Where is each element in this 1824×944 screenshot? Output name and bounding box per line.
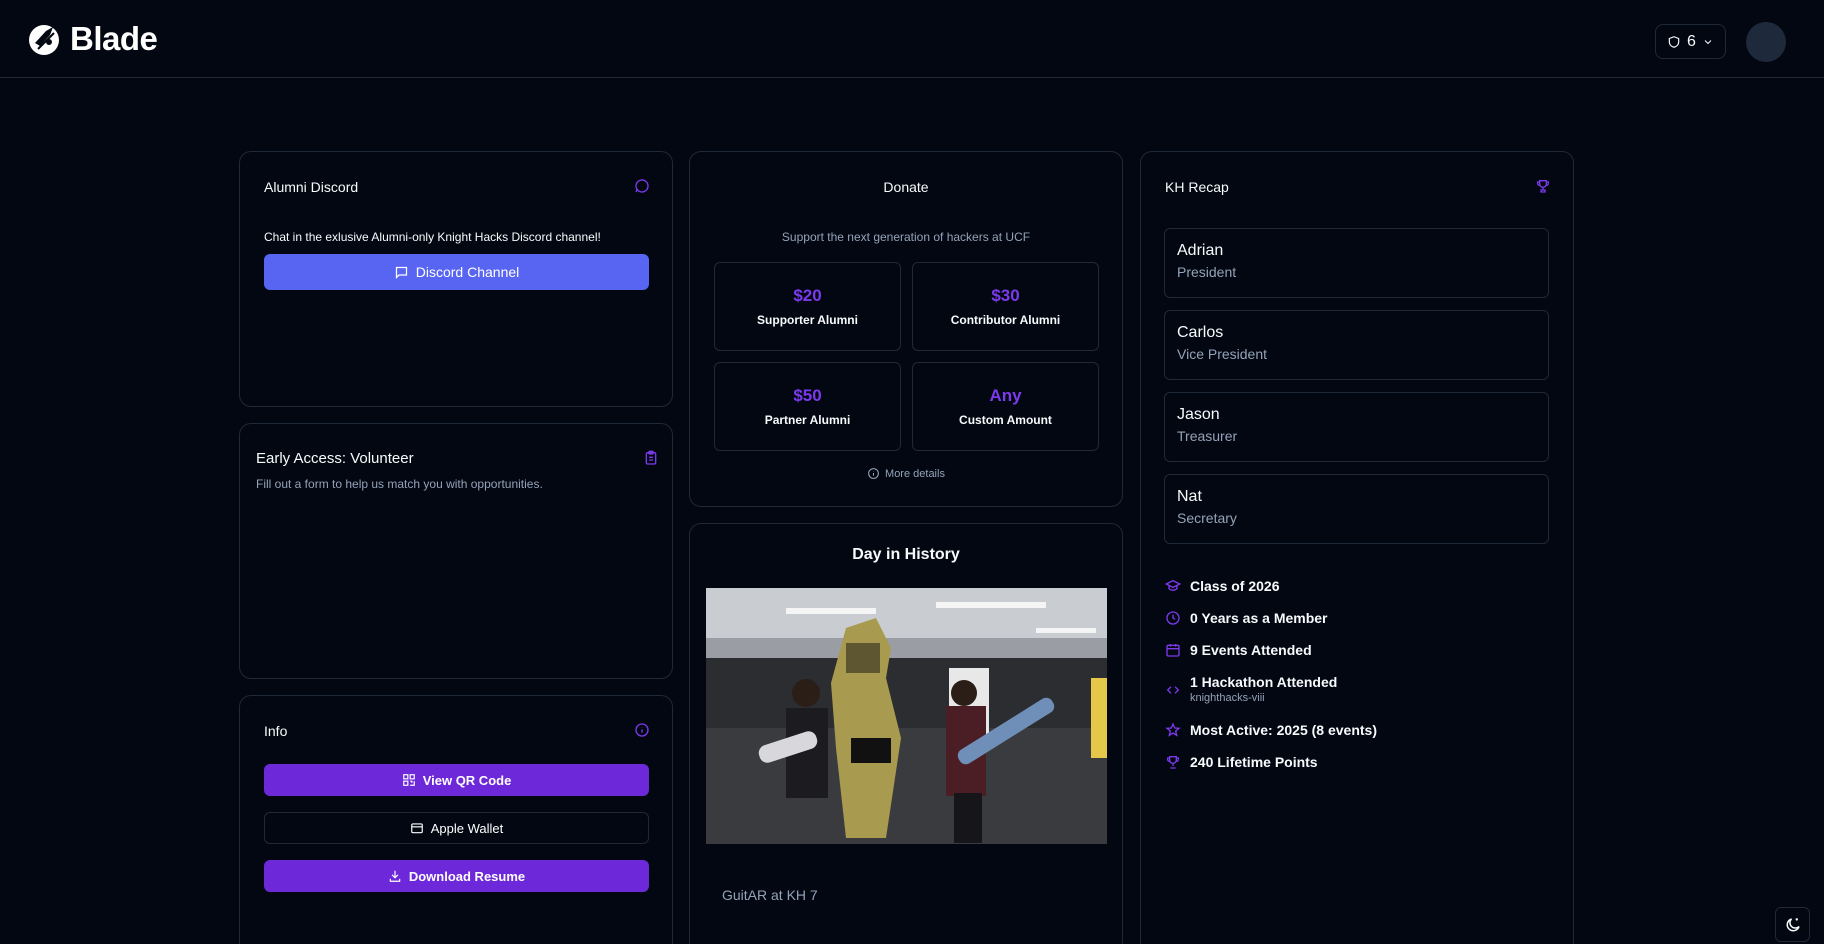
shield-icon — [1668, 35, 1680, 48]
clipboard-icon — [645, 450, 657, 465]
donate-card-title: Donate — [883, 179, 929, 195]
top-header: Blade 6 — [0, 0, 1824, 78]
officer-card: Adrian President — [1164, 228, 1549, 298]
donate-amount: $30 — [991, 286, 1020, 305]
info-card: Info View QR Code Apple Wallet Download … — [239, 695, 673, 944]
officer-card: Nat Secretary — [1164, 474, 1549, 544]
avatar[interactable] — [1746, 22, 1786, 62]
history-caption: GuitAR at KH 7 — [722, 887, 818, 903]
discord-card: Alumni Discord Chat in the exlusive Alum… — [239, 151, 673, 407]
donate-option-30[interactable]: $30 Contributor Alumni — [912, 262, 1099, 351]
donate-amount: $50 — [793, 386, 822, 405]
more-details-link[interactable]: More details — [690, 467, 1122, 480]
clock-icon — [1166, 611, 1180, 625]
download-resume-label: Download Resume — [408, 868, 526, 884]
stat-class-text: Class of 2026 — [1190, 578, 1280, 594]
apple-wallet-label: Apple Wallet — [430, 820, 504, 836]
view-qr-code-button[interactable]: View QR Code — [264, 764, 649, 796]
donate-subtitle: Support the next generation of hackers a… — [781, 230, 1031, 244]
volunteer-card: Early Access: Volunteer Fill out a form … — [239, 423, 673, 679]
donate-label: Partner Alumni — [764, 413, 851, 427]
stat-hackathons: 1 Hackathon Attended knighthacks-viii — [1165, 674, 1337, 704]
officer-name: Nat — [1177, 488, 1202, 505]
calendar-icon — [1166, 644, 1180, 657]
stat-events-text: 9 Events Attended — [1190, 642, 1312, 658]
officer-card: Jason Treasurer — [1164, 392, 1549, 462]
message-circle-icon — [635, 179, 649, 193]
discord-channel-button[interactable]: Discord Channel — [264, 254, 649, 290]
stat-most-active: Most Active: 2025 (8 events) — [1165, 722, 1377, 738]
history-card: Day in History GuitAR at KH 7 — [689, 523, 1123, 944]
officer-name: Carlos — [1177, 324, 1224, 341]
donate-label: Custom Amount — [959, 413, 1052, 427]
qr-code-icon — [402, 774, 415, 786]
officer-role: President — [1177, 264, 1237, 280]
info-icon — [868, 468, 879, 479]
role-count: 6 — [1687, 32, 1696, 50]
role-select[interactable]: 6 — [1655, 24, 1726, 59]
view-qr-code-label: View QR Code — [422, 772, 512, 788]
officer-role: Vice President — [1177, 346, 1268, 362]
message-square-icon — [395, 266, 407, 279]
stat-years: 0 Years as a Member — [1165, 610, 1328, 626]
stat-events: 9 Events Attended — [1165, 642, 1312, 658]
trophy-icon — [1167, 756, 1179, 769]
volunteer-description: Fill out a form to help us match you wit… — [256, 477, 543, 491]
donate-option-50[interactable]: $50 Partner Alumni — [714, 362, 901, 451]
officer-role: Treasurer — [1177, 428, 1238, 444]
theme-toggle-button[interactable] — [1775, 907, 1810, 942]
chevron-down-icon — [1704, 39, 1712, 44]
officer-role: Secretary — [1177, 510, 1237, 526]
history-photo — [706, 588, 1107, 844]
donate-card: Donate Support the next generation of ha… — [689, 151, 1123, 507]
stat-hackathon-name: knighthacks-viii — [1190, 692, 1265, 704]
officer-card: Carlos Vice President — [1164, 310, 1549, 380]
info-card-title: Info — [264, 723, 288, 739]
donate-amount: Any — [989, 386, 1022, 405]
brand[interactable]: Blade — [26, 20, 158, 58]
donate-label: Contributor Alumni — [950, 313, 1061, 327]
volunteer-card-title: Early Access: Volunteer — [256, 450, 414, 467]
trophy-icon — [1537, 180, 1549, 193]
knight-logo-icon — [29, 25, 59, 55]
discord-channel-label: Discord Channel — [415, 264, 520, 280]
info-icon — [635, 723, 649, 737]
brand-name: Blade — [70, 20, 158, 57]
download-icon — [389, 870, 401, 882]
donate-amount: $20 — [793, 286, 822, 305]
stat-hackathons-text: 1 Hackathon Attended — [1190, 674, 1338, 690]
apple-wallet-button[interactable]: Apple Wallet — [264, 812, 649, 844]
graduation-cap-icon — [1165, 579, 1181, 591]
stat-years-text: 0 Years as a Member — [1190, 610, 1328, 626]
donate-option-custom[interactable]: Any Custom Amount — [912, 362, 1099, 451]
stat-points-text: 240 Lifetime Points — [1190, 754, 1318, 770]
moon-icon — [1786, 917, 1800, 931]
stat-class: Class of 2026 — [1165, 578, 1280, 594]
officer-name: Adrian — [1177, 242, 1224, 259]
download-resume-button[interactable]: Download Resume — [264, 860, 649, 892]
more-details-label: More details — [885, 467, 945, 480]
wallet-icon — [410, 823, 423, 834]
officer-name: Jason — [1177, 406, 1220, 423]
discord-description: Chat in the exlusive Alumni-only Knight … — [264, 230, 601, 244]
star-icon — [1165, 722, 1181, 737]
recap-card-title: KH Recap — [1165, 179, 1229, 195]
stat-most-active-text: Most Active: 2025 (8 events) — [1190, 722, 1377, 738]
history-card-title: Day in History — [852, 546, 960, 563]
donate-option-20[interactable]: $20 Supporter Alumni — [714, 262, 901, 351]
code-icon — [1166, 686, 1180, 694]
discord-card-title: Alumni Discord — [264, 179, 359, 195]
stat-points: 240 Lifetime Points — [1165, 754, 1318, 770]
donate-label: Supporter Alumni — [757, 313, 858, 327]
